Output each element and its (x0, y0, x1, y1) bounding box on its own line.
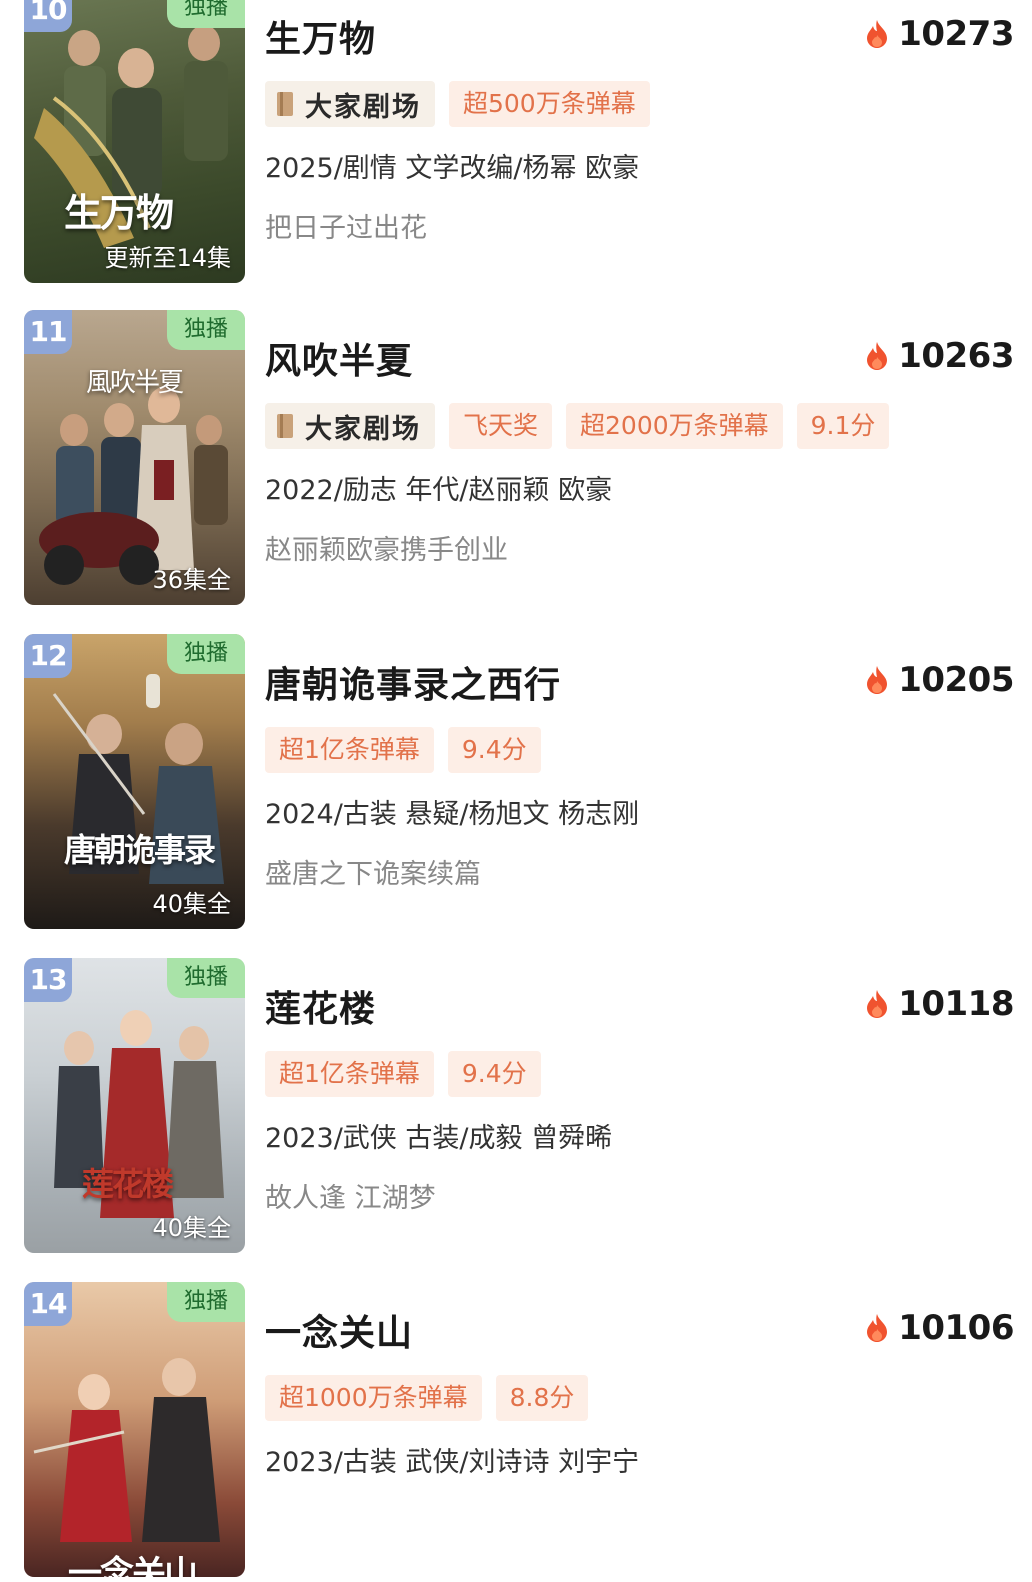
show-meta: 2025/剧情 文学改编/杨幂 欧豪 (265, 153, 640, 184)
score-tag: 8.8分 (495, 1375, 589, 1421)
poster-title: 唐朝诡事录 (64, 831, 216, 869)
show-description: 盛唐之下诡案续篇 (265, 859, 481, 890)
theater-tag[interactable]: 大家剧场 (265, 81, 435, 127)
tag-row: 大家剧场 飞天奖 超2000万条弹幕 9.1分 (265, 402, 903, 450)
exclusive-badge: 独播 (167, 310, 245, 350)
flame-icon (867, 1314, 888, 1342)
score-tag: 9.4分 (447, 727, 541, 773)
heat-value: 10106 (898, 1308, 1014, 1348)
show-title[interactable]: 风吹半夏 (265, 332, 413, 384)
list-item[interactable]: 13 独播 莲花楼 40集全 莲花楼 10118 超1亿条弹幕 9.4分 202… (0, 958, 1032, 1258)
danmaku-tag: 超1亿条弹幕 (265, 1051, 434, 1097)
poster-image[interactable]: 12 独播 唐朝诡事录 40集全 (24, 634, 245, 929)
show-title[interactable]: 一念关山 (265, 1304, 413, 1356)
book-icon (277, 92, 293, 116)
show-description: 把日子过出花 (265, 213, 427, 244)
poster-title: 風吹半夏 (86, 368, 184, 398)
poster-figures (33, 1358, 220, 1542)
episode-label: 40集全 (152, 890, 231, 918)
poster-image[interactable]: 11 独播 風吹半夏 36集全 (24, 310, 245, 605)
show-description: 故人逢 江湖梦 (265, 1183, 436, 1214)
episode-label: 更新至14集 (104, 244, 231, 272)
theater-tag[interactable]: 大家剧场 (265, 403, 435, 449)
danmaku-tag: 超1亿条弹幕 (265, 727, 434, 773)
tag-row: 超1亿条弹幕 9.4分 (265, 726, 555, 774)
heat-score: 10118 (864, 982, 1014, 1026)
rank-badge: 14 (24, 1282, 72, 1326)
score-tag: 9.4分 (447, 1051, 541, 1097)
episode-label: 40集全 (152, 1214, 231, 1242)
poster-title: 一念关山 (68, 1554, 198, 1577)
heat-score: 10205 (864, 658, 1014, 702)
rank-badge: 13 (24, 958, 72, 1002)
heat-score: 10273 (864, 12, 1014, 56)
list-item[interactable]: 10 独播 生万物 更新至14集 生万物 10273 大家剧场 超500万条弹幕… (0, 0, 1032, 288)
score-tag: 9.1分 (796, 403, 890, 449)
exclusive-badge: 独播 (167, 958, 245, 998)
theater-label: 大家剧场 (305, 413, 421, 445)
heat-value: 10205 (898, 660, 1014, 700)
flame-icon (867, 20, 888, 48)
show-meta: 2024/古装 悬疑/杨旭文 杨志刚 (265, 799, 640, 830)
heat-value: 10263 (898, 336, 1014, 376)
ranking-list: 10 独播 生万物 更新至14集 生万物 10273 大家剧场 超500万条弹幕… (0, 0, 1032, 1577)
show-description: 赵丽颖欧豪携手创业 (265, 535, 508, 566)
rank-badge: 12 (24, 634, 72, 678)
poster-title: 莲花楼 (82, 1165, 174, 1203)
show-title[interactable]: 唐朝诡事录之西行 (265, 656, 561, 708)
tag-row: 超1亿条弹幕 9.4分 (265, 1050, 555, 1098)
tag-row: 超1000万条弹幕 8.8分 (265, 1374, 602, 1422)
exclusive-badge: 独播 (167, 0, 245, 28)
show-meta: 2022/励志 年代/赵丽颖 欧豪 (265, 475, 613, 506)
poster-image[interactable]: 14 独播 一念关山 (24, 1282, 245, 1577)
heat-value: 10118 (898, 984, 1014, 1024)
danmaku-tag: 超1000万条弹幕 (265, 1375, 482, 1421)
rank-badge: 10 (24, 0, 72, 32)
book-icon (277, 414, 293, 438)
list-item[interactable]: 14 独播 一念关山 一念关山 10106 超1000万条弹幕 8.8分 202… (0, 1282, 1032, 1582)
theater-label: 大家剧场 (305, 91, 421, 123)
exclusive-badge: 独播 (167, 634, 245, 674)
danmaku-tag: 超2000万条弹幕 (566, 403, 783, 449)
show-title[interactable]: 莲花楼 (265, 980, 376, 1032)
heat-value: 10273 (898, 14, 1014, 54)
list-item[interactable]: 11 独播 風吹半夏 36集全 风吹半夏 10263 大家剧场 飞天奖 超200… (0, 310, 1032, 610)
poster-title: 生万物 (64, 190, 174, 235)
show-meta: 2023/武侠 古装/成毅 曾舜晞 (265, 1123, 613, 1154)
heat-score: 10106 (864, 1306, 1014, 1350)
award-tag: 飞天奖 (449, 403, 553, 449)
heat-score: 10263 (864, 334, 1014, 378)
flame-icon (867, 990, 888, 1018)
episode-label: 36集全 (152, 566, 231, 594)
show-meta: 2023/古装 武侠/刘诗诗 刘宇宁 (265, 1447, 640, 1478)
flame-icon (867, 666, 888, 694)
show-title[interactable]: 生万物 (265, 10, 376, 62)
exclusive-badge: 独播 (167, 1282, 245, 1322)
poster-image[interactable]: 10 独播 生万物 更新至14集 (24, 0, 245, 283)
tag-row: 大家剧场 超500万条弹幕 (265, 80, 664, 128)
flame-icon (867, 342, 888, 370)
poster-image[interactable]: 13 独播 莲花楼 40集全 (24, 958, 245, 1253)
danmaku-tag: 超500万条弹幕 (449, 81, 650, 127)
list-item[interactable]: 12 独播 唐朝诡事录 40集全 唐朝诡事录之西行 10205 超1亿条弹幕 9… (0, 634, 1032, 934)
rank-badge: 11 (24, 310, 72, 354)
